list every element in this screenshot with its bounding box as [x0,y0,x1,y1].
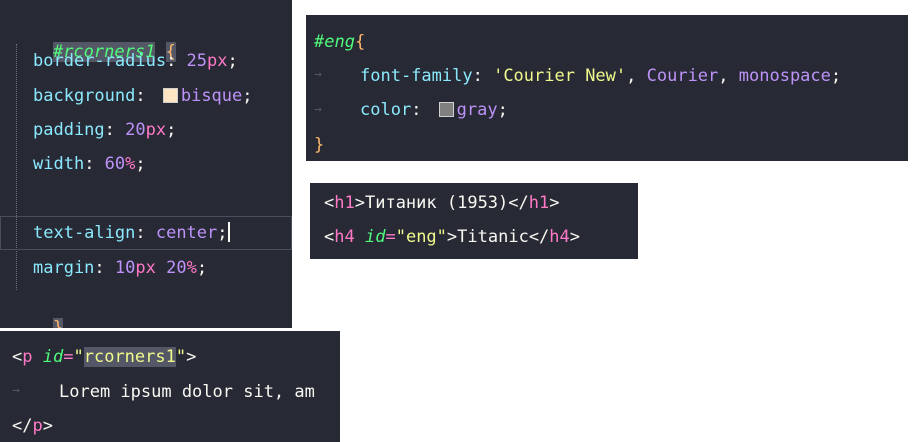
indent-arrow-icon: → [314,67,322,82]
css-close-line: } [12,289,64,328]
p-open-line: <p id="rcorners1"> [12,347,197,367]
border-radius-line: border-radius: 25px; [33,51,238,71]
css-selector-line: #rcorners1 { [12,13,176,62]
color-line: color: gray; [360,100,508,120]
p-text-line: Lorem ipsum dolor sit, am [59,382,315,402]
css-eng-panel[interactable]: → → #eng{ font-family: 'Courier New', Co… [306,15,908,161]
color-swatch-bisque[interactable] [162,88,178,103]
h1-line: <h1>Титаник (1953)</h1> [324,193,560,213]
highlighted-id-value: rcorners1 [83,347,176,367]
html-p-panel[interactable]: → <p id="rcorners1"> Lorem ipsum dolor s… [0,331,340,442]
padding-line: padding: 20px; [33,120,177,140]
background-line: background: bisque; [33,86,253,106]
p-close-line: </p> [12,416,53,436]
selector: #eng [314,32,355,52]
indent-arrow-icon: → [12,383,20,398]
margin-line: margin: 10px 20%; [33,258,208,278]
css-rcorners-panel[interactable]: #rcorners1 { border-radius: 25px; backgr… [0,0,292,328]
eng-selector-line: #eng{ [314,29,365,55]
indent-arrow-icon: → [314,102,322,117]
close-brace: } [52,318,64,328]
eng-close-line: } [314,132,324,158]
text-cursor [227,222,230,242]
open-brace: { [354,32,366,52]
font-family-line: font-family: 'Courier New', Courier, mon… [360,66,842,86]
width-line: width: 60%; [33,154,146,174]
color-swatch-gray[interactable] [438,102,454,117]
html-titanic-panel[interactable]: <h1>Титаник (1953)</h1> <h4 id="eng">Tit… [310,183,638,259]
close-brace: } [314,135,325,155]
h4-line: <h4 id="eng">Titanic</h4> [324,227,581,247]
text-align-line: text-align: center; [33,222,230,243]
